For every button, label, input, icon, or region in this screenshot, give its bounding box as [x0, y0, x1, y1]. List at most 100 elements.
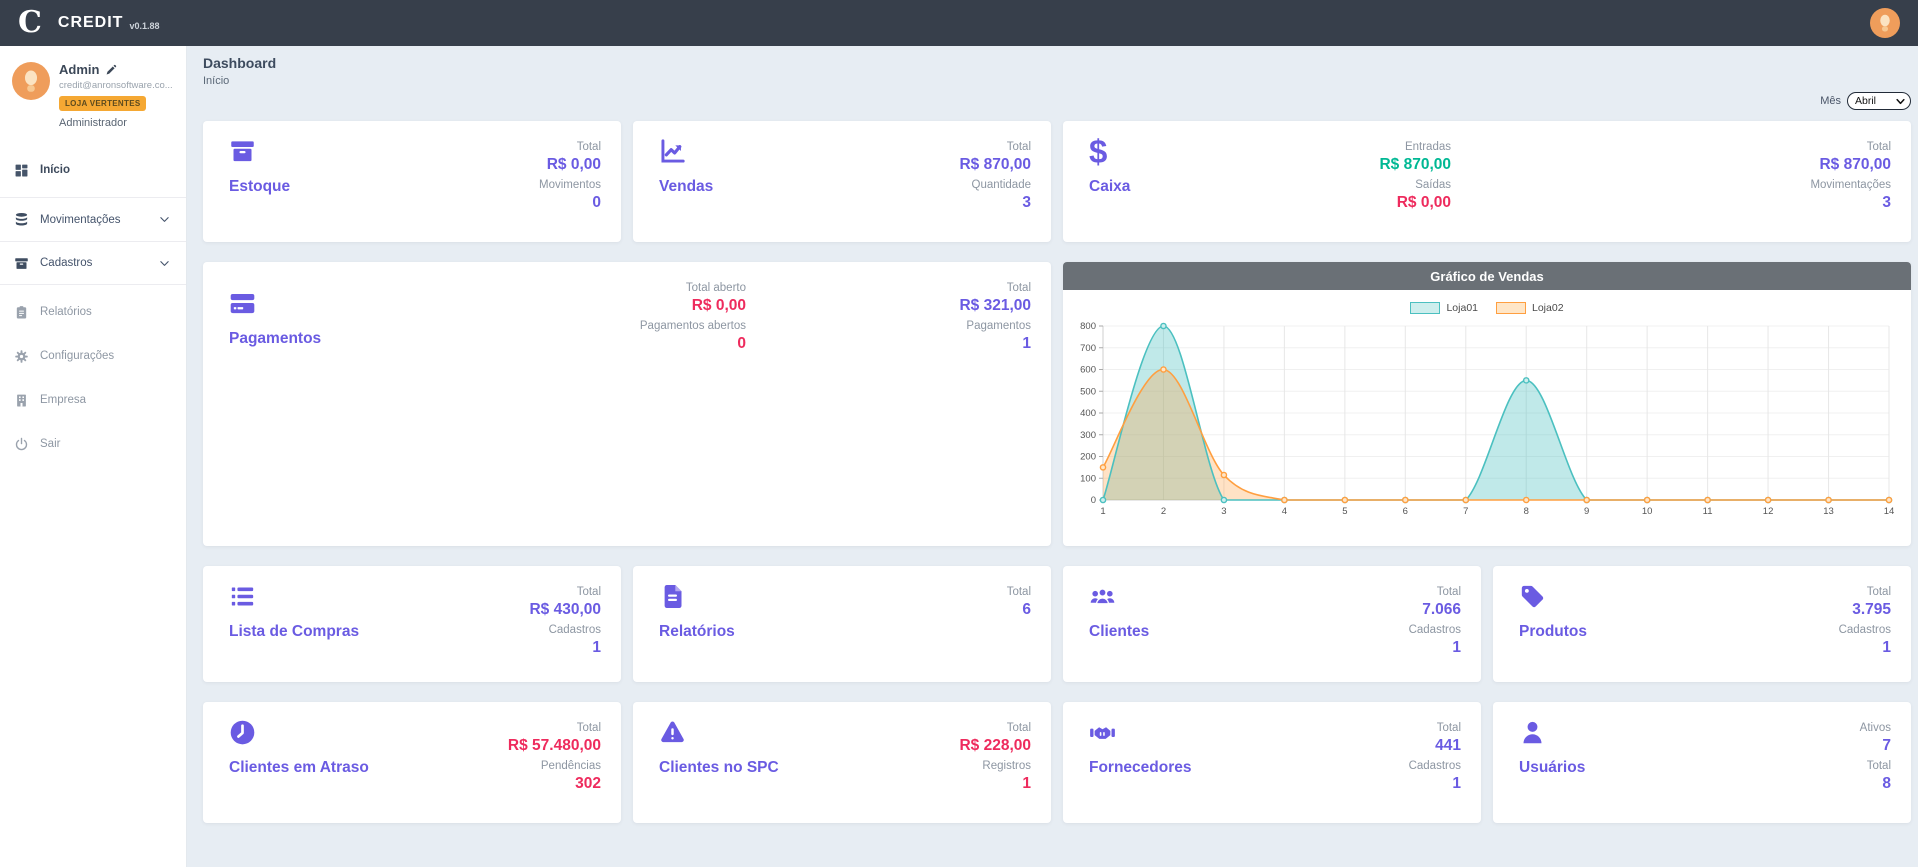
stat-value: 3.795 [1761, 600, 1891, 619]
profile-block: Admin credit@anronsoftware.co... LOJA VE… [0, 46, 186, 139]
svg-text:14: 14 [1884, 506, 1895, 517]
svg-text:4: 4 [1282, 506, 1287, 517]
dashboard-grid: Estoque Total R$ 0,00 Movimentos 0 Venda… [203, 121, 1911, 823]
legend-item-loja01[interactable]: Loja01 [1410, 302, 1478, 314]
file-icon [659, 583, 686, 610]
card-title-pagamentos[interactable]: Pagamentos [229, 330, 321, 348]
stat-label: Pagamentos abertos [616, 319, 746, 334]
card-title-clientes-em-atraso[interactable]: Clientes em Atraso [229, 759, 369, 777]
stat-label: Cadastros [1761, 623, 1891, 638]
sidebar-item-label: Relatórios [40, 306, 92, 318]
stat-label: Total [901, 281, 1031, 296]
svg-text:9: 9 [1584, 506, 1589, 517]
stat-value: R$ 0,00 [471, 155, 601, 174]
sidebar-item-movimentacoes[interactable]: Movimentações [0, 197, 186, 241]
stat-value: 1 [1331, 638, 1461, 657]
card-usuarios: Usuários Ativos 7 Total 8 [1493, 702, 1911, 823]
svg-text:11: 11 [1703, 506, 1713, 517]
stat-value: R$ 870,00 [901, 155, 1031, 174]
app-logo: C [18, 8, 42, 38]
legend-item-loja02[interactable]: Loja02 [1496, 302, 1564, 314]
stat-value: R$ 57.480,00 [471, 736, 601, 755]
stat-label: Cadastros [1331, 623, 1461, 638]
sidebar-item-sair[interactable]: Sair [0, 427, 186, 461]
card-title-clientes-no-spc[interactable]: Clientes no SPC [659, 759, 779, 777]
stat-label: Total [1761, 759, 1891, 774]
svg-text:5: 5 [1342, 506, 1347, 517]
card-title-fornecedores[interactable]: Fornecedores [1089, 759, 1192, 777]
stat-label: Pagamentos [901, 319, 1031, 334]
stat-label: Saídas [1321, 178, 1451, 193]
svg-text:0: 0 [1091, 495, 1096, 506]
svg-text:7: 7 [1463, 506, 1468, 517]
sidebar-item-empresa[interactable]: Empresa [0, 383, 186, 417]
stat-value: 1 [1761, 638, 1891, 657]
sidebar-item-relatorios[interactable]: Relatórios [0, 295, 186, 329]
stat-value: 6 [901, 600, 1031, 619]
stat-value: 8 [1761, 774, 1891, 793]
list-icon [229, 583, 256, 610]
sidebar-item-inicio[interactable]: Início [0, 153, 186, 187]
edit-pencil-icon[interactable] [105, 64, 117, 76]
svg-text:10: 10 [1642, 506, 1653, 517]
month-select[interactable]: Abril [1847, 92, 1911, 110]
stat-label: Total [901, 140, 1031, 155]
card-relatorios: Relatórios Total 6 [633, 566, 1051, 682]
card-title-vendas[interactable]: Vendas [659, 178, 713, 196]
stat-label: Movimentos [471, 178, 601, 193]
card-title-lista-de-compras[interactable]: Lista de Compras [229, 623, 359, 641]
person-icon [12, 62, 50, 100]
avatar[interactable] [12, 62, 50, 100]
card-vendas: Vendas Total R$ 870,00 Quantidade 3 [633, 121, 1051, 242]
svg-text:200: 200 [1080, 452, 1096, 463]
stat-value: 0 [471, 193, 601, 212]
card-title-caixa[interactable]: Caixa [1089, 178, 1130, 196]
stat-value: 7.066 [1331, 600, 1461, 619]
sidebar: Admin credit@anronsoftware.co... LOJA VE… [0, 46, 187, 867]
card-title-usuarios[interactable]: Usuários [1519, 759, 1585, 777]
stat-label: Registros [901, 759, 1031, 774]
legend-swatch [1410, 302, 1440, 314]
card-title-relatorios[interactable]: Relatórios [659, 623, 735, 641]
dollar-icon: $ [1089, 138, 1116, 165]
stat-value: 302 [471, 774, 601, 793]
svg-text:400: 400 [1080, 408, 1096, 419]
svg-text:100: 100 [1080, 473, 1096, 484]
user-icon [1519, 719, 1546, 746]
chevron-down-icon [157, 258, 172, 269]
building-icon [14, 393, 29, 408]
stat-label: Total [471, 585, 601, 600]
stat-value: R$ 0,00 [1321, 193, 1451, 212]
stat-label: Cadastros [471, 623, 601, 638]
sidebar-item-label: Movimentações [40, 214, 121, 226]
sidebar-item-configuracoes[interactable]: Configurações [0, 339, 186, 373]
card-title-produtos[interactable]: Produtos [1519, 623, 1587, 641]
card-pagamentos: Pagamentos Total aberto R$ 0,00 Pagament… [203, 262, 1051, 546]
svg-text:1: 1 [1100, 506, 1105, 517]
chevron-down-icon [1896, 97, 1905, 106]
users-icon [1089, 583, 1116, 610]
stat-label: Total [1331, 721, 1461, 736]
stat-label: Ativos [1761, 721, 1891, 736]
card-estoque: Estoque Total R$ 0,00 Movimentos 0 [203, 121, 621, 242]
page-title: Dashboard [203, 55, 1911, 71]
sidebar-item-label: Sair [40, 438, 60, 450]
stat-value: 7 [1761, 736, 1891, 755]
card-clientes-em-atraso: Clientes em Atraso Total R$ 57.480,00 Pe… [203, 702, 621, 823]
user-avatar[interactable] [1870, 8, 1900, 38]
card-caixa: $ Caixa Entradas R$ 870,00 Saídas R$ 0,0… [1063, 121, 1911, 242]
sidebar-item-label: Início [40, 164, 70, 176]
stat-label: Pendências [471, 759, 601, 774]
person-icon [1870, 8, 1900, 38]
power-icon [14, 437, 29, 452]
clipboard-icon [14, 305, 29, 320]
svg-text:300: 300 [1080, 430, 1096, 441]
card-title-clientes[interactable]: Clientes [1089, 623, 1149, 641]
sidebar-item-cadastros[interactable]: Cadastros [0, 241, 186, 285]
sidebar-item-label: Cadastros [40, 257, 92, 269]
stat-value: 1 [901, 774, 1031, 793]
database-icon [14, 212, 29, 227]
card-title-estoque[interactable]: Estoque [229, 178, 290, 196]
stat-value: 1 [471, 638, 601, 657]
stat-label: Total [1331, 585, 1461, 600]
